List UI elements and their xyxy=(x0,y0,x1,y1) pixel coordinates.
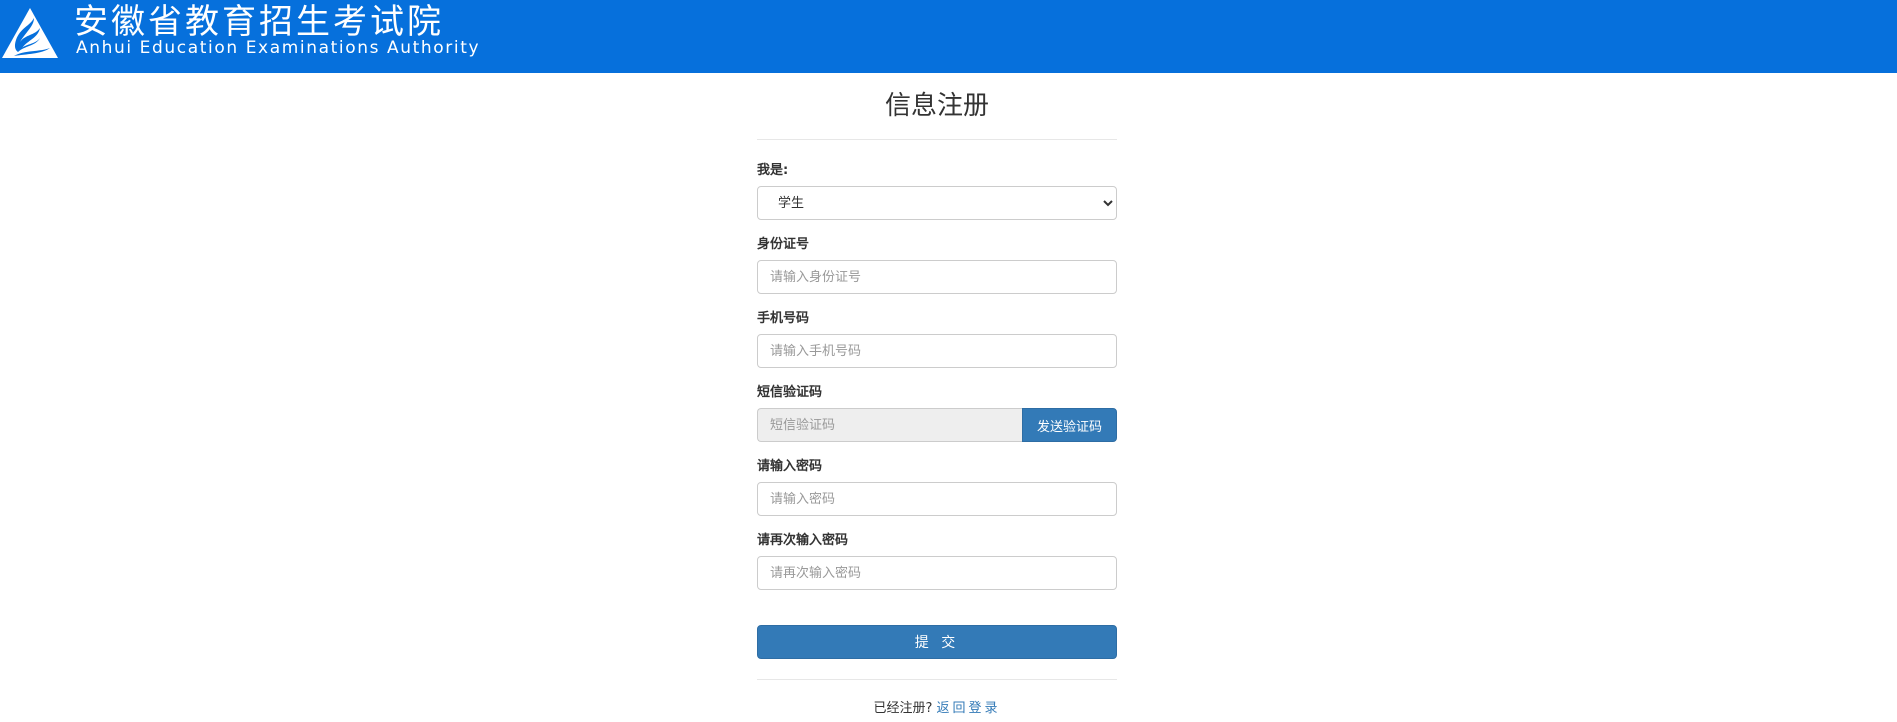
password-label: 请输入密码 xyxy=(757,459,823,474)
site-title-cn: 安徽省教育招生考试院 xyxy=(74,2,444,42)
login-prompt: 已经注册? 返回登录 xyxy=(757,700,1117,718)
phone-label: 手机号码 xyxy=(757,311,810,326)
footer-divider xyxy=(757,679,1117,680)
title-divider xyxy=(757,139,1117,140)
submit-button[interactable]: 提 交 xyxy=(757,625,1117,659)
id-number-input[interactable] xyxy=(757,260,1117,294)
site-header: 安徽省教育招生考试院 Anhui Education Examinations … xyxy=(0,0,1897,73)
site-title-en: Anhui Education Examinations Authority xyxy=(76,38,481,58)
send-sms-code-button[interactable]: 发送验证码 xyxy=(1022,408,1117,442)
sms-code-input[interactable] xyxy=(757,408,1022,442)
password-input[interactable] xyxy=(757,482,1117,516)
login-prompt-text: 已经注册? xyxy=(873,701,933,716)
back-to-login-link[interactable]: 返回登录 xyxy=(937,701,1001,716)
password-confirm-label: 请再次输入密码 xyxy=(757,533,849,548)
identity-label: 我是: xyxy=(757,163,789,178)
sms-code-group: 发送验证码 xyxy=(757,408,1117,442)
password-confirm-input[interactable] xyxy=(757,556,1117,590)
page-title: 信息注册 xyxy=(884,91,989,121)
sms-code-label: 短信验证码 xyxy=(757,385,823,400)
aeea-logo-icon xyxy=(2,8,58,58)
identity-select[interactable]: 学生 xyxy=(757,186,1117,220)
phone-input[interactable] xyxy=(757,334,1117,368)
id-number-label: 身份证号 xyxy=(757,237,810,252)
